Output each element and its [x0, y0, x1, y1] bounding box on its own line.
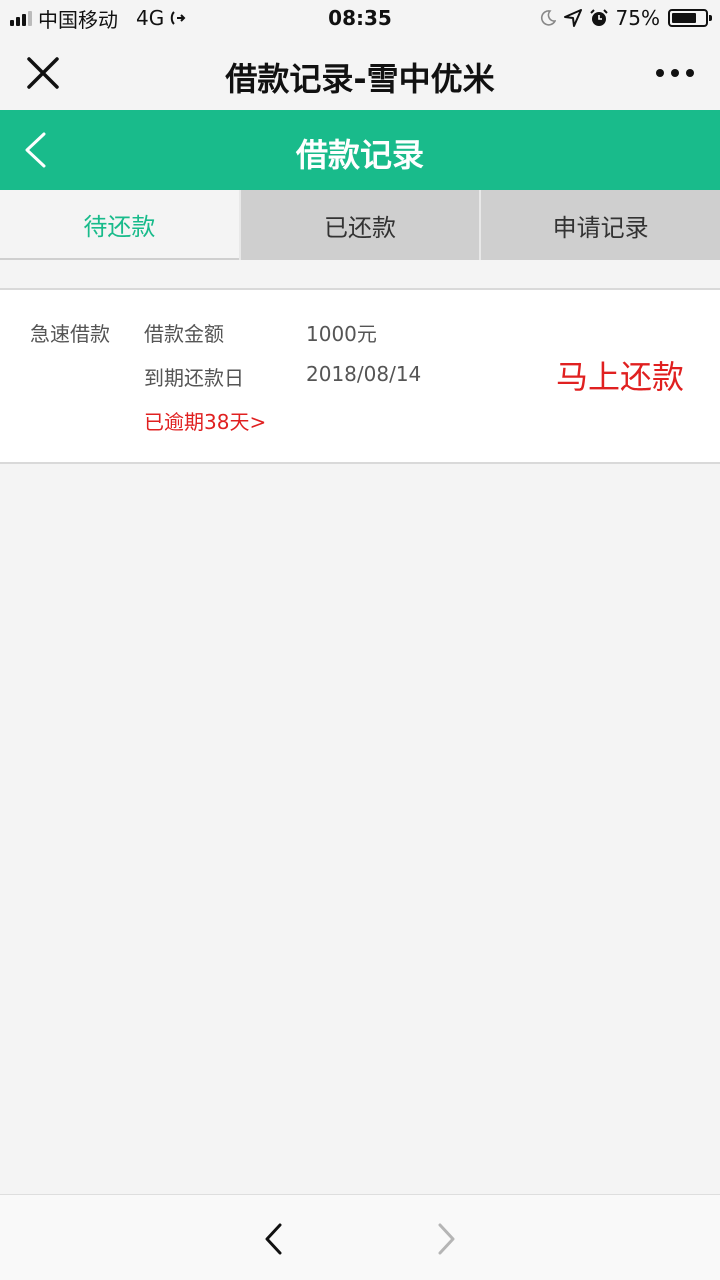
close-icon[interactable] [26, 56, 60, 90]
app-header: 借款记录 [0, 110, 720, 190]
battery-percent: 75% [615, 6, 660, 30]
status-right: 75% [540, 6, 712, 30]
loan-record-card: 急速借款 借款金额 1000元 到期还款日 2018/08/14 已逾期38天>… [0, 288, 720, 464]
due-date-value: 2018/08/14 [306, 362, 422, 386]
wechat-title-bar: 借款记录-雪中优米 [0, 36, 720, 110]
loan-amount-label: 借款金额 [144, 322, 224, 346]
loan-type: 急速借款 [30, 322, 110, 346]
repay-now-button[interactable]: 马上还款 [556, 352, 684, 398]
bottom-nav-bar [0, 1194, 720, 1280]
tab-pending-repayment[interactable]: 待还款 [0, 190, 239, 260]
tab-application-records[interactable]: 申请记录 [479, 190, 720, 260]
tab-bar: 待还款 已还款 申请记录 [0, 190, 720, 260]
chevron-right-icon [438, 1223, 455, 1255]
battery-icon [668, 9, 712, 27]
battery-fill [672, 13, 696, 23]
alarm-icon [589, 9, 608, 26]
more-icon[interactable] [656, 69, 694, 77]
moon-icon [540, 10, 556, 26]
loan-amount-value: 1000元 [306, 322, 377, 346]
status-bar: 中国移动 4G 08:35 75% [0, 0, 720, 36]
chevron-left-icon[interactable] [262, 1221, 286, 1257]
due-date-label: 到期还款日 [144, 366, 244, 390]
tab-repaid[interactable]: 已还款 [238, 190, 480, 260]
header-title: 借款记录 [295, 136, 424, 174]
page-title: 借款记录-雪中优米 [225, 60, 495, 98]
overdue-link[interactable]: 已逾期38天> [144, 406, 266, 435]
location-icon [563, 9, 582, 27]
